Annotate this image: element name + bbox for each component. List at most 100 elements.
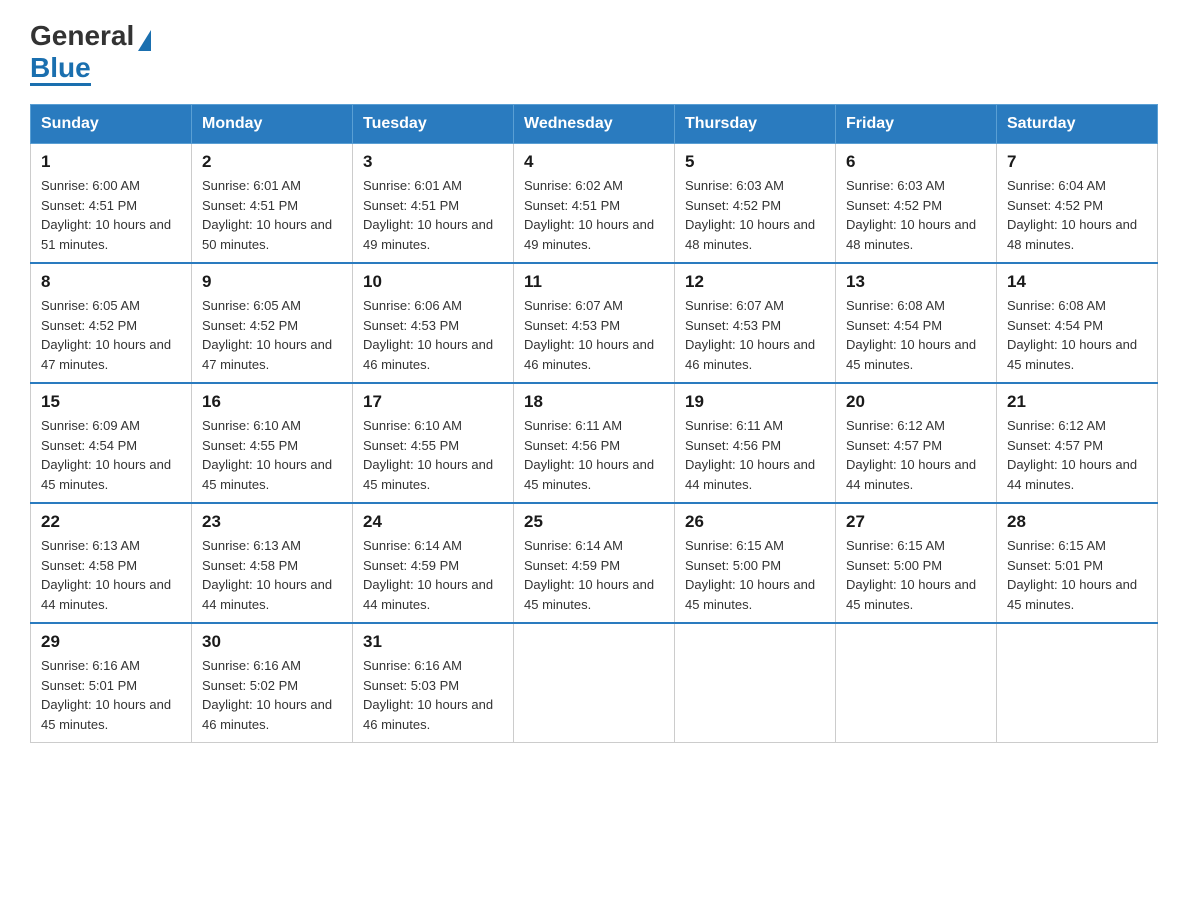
day-number: 16: [202, 392, 342, 412]
column-header-wednesday: Wednesday: [514, 105, 675, 144]
logo-arrow-icon: [138, 30, 151, 51]
calendar-cell: 2 Sunrise: 6:01 AMSunset: 4:51 PMDayligh…: [192, 144, 353, 264]
day-number: 18: [524, 392, 664, 412]
day-info: Sunrise: 6:00 AMSunset: 4:51 PMDaylight:…: [41, 178, 171, 252]
calendar-cell: 6 Sunrise: 6:03 AMSunset: 4:52 PMDayligh…: [836, 144, 997, 264]
day-number: 20: [846, 392, 986, 412]
day-info: Sunrise: 6:13 AMSunset: 4:58 PMDaylight:…: [202, 538, 332, 612]
logo-blue-text: Blue: [30, 52, 91, 86]
day-number: 4: [524, 152, 664, 172]
calendar-cell: 20 Sunrise: 6:12 AMSunset: 4:57 PMDaylig…: [836, 383, 997, 503]
day-info: Sunrise: 6:10 AMSunset: 4:55 PMDaylight:…: [202, 418, 332, 492]
day-number: 29: [41, 632, 181, 652]
calendar-header-row: SundayMondayTuesdayWednesdayThursdayFrid…: [31, 105, 1158, 144]
day-info: Sunrise: 6:05 AMSunset: 4:52 PMDaylight:…: [202, 298, 332, 372]
day-info: Sunrise: 6:15 AMSunset: 5:00 PMDaylight:…: [685, 538, 815, 612]
calendar-cell: 17 Sunrise: 6:10 AMSunset: 4:55 PMDaylig…: [353, 383, 514, 503]
calendar-cell: 28 Sunrise: 6:15 AMSunset: 5:01 PMDaylig…: [997, 503, 1158, 623]
calendar-cell: 18 Sunrise: 6:11 AMSunset: 4:56 PMDaylig…: [514, 383, 675, 503]
day-number: 1: [41, 152, 181, 172]
day-number: 27: [846, 512, 986, 532]
calendar-cell: 12 Sunrise: 6:07 AMSunset: 4:53 PMDaylig…: [675, 263, 836, 383]
logo-general-text: General: [30, 20, 134, 52]
day-number: 22: [41, 512, 181, 532]
column-header-monday: Monday: [192, 105, 353, 144]
day-number: 24: [363, 512, 503, 532]
calendar-cell: 3 Sunrise: 6:01 AMSunset: 4:51 PMDayligh…: [353, 144, 514, 264]
calendar-week-2: 8 Sunrise: 6:05 AMSunset: 4:52 PMDayligh…: [31, 263, 1158, 383]
calendar-week-3: 15 Sunrise: 6:09 AMSunset: 4:54 PMDaylig…: [31, 383, 1158, 503]
day-info: Sunrise: 6:11 AMSunset: 4:56 PMDaylight:…: [685, 418, 815, 492]
day-info: Sunrise: 6:16 AMSunset: 5:02 PMDaylight:…: [202, 658, 332, 732]
column-header-tuesday: Tuesday: [353, 105, 514, 144]
calendar-cell: 11 Sunrise: 6:07 AMSunset: 4:53 PMDaylig…: [514, 263, 675, 383]
calendar-week-4: 22 Sunrise: 6:13 AMSunset: 4:58 PMDaylig…: [31, 503, 1158, 623]
calendar-cell: 14 Sunrise: 6:08 AMSunset: 4:54 PMDaylig…: [997, 263, 1158, 383]
day-info: Sunrise: 6:14 AMSunset: 4:59 PMDaylight:…: [363, 538, 493, 612]
day-info: Sunrise: 6:10 AMSunset: 4:55 PMDaylight:…: [363, 418, 493, 492]
day-number: 7: [1007, 152, 1147, 172]
day-info: Sunrise: 6:01 AMSunset: 4:51 PMDaylight:…: [202, 178, 332, 252]
day-number: 14: [1007, 272, 1147, 292]
day-info: Sunrise: 6:08 AMSunset: 4:54 PMDaylight:…: [1007, 298, 1137, 372]
calendar-week-5: 29 Sunrise: 6:16 AMSunset: 5:01 PMDaylig…: [31, 623, 1158, 743]
column-header-sunday: Sunday: [31, 105, 192, 144]
day-info: Sunrise: 6:04 AMSunset: 4:52 PMDaylight:…: [1007, 178, 1137, 252]
calendar-week-1: 1 Sunrise: 6:00 AMSunset: 4:51 PMDayligh…: [31, 144, 1158, 264]
day-number: 11: [524, 272, 664, 292]
day-number: 28: [1007, 512, 1147, 532]
day-number: 15: [41, 392, 181, 412]
day-number: 19: [685, 392, 825, 412]
calendar-cell: [836, 623, 997, 743]
calendar-cell: [514, 623, 675, 743]
day-number: 25: [524, 512, 664, 532]
calendar-cell: 26 Sunrise: 6:15 AMSunset: 5:00 PMDaylig…: [675, 503, 836, 623]
day-number: 8: [41, 272, 181, 292]
calendar-cell: 21 Sunrise: 6:12 AMSunset: 4:57 PMDaylig…: [997, 383, 1158, 503]
day-info: Sunrise: 6:09 AMSunset: 4:54 PMDaylight:…: [41, 418, 171, 492]
calendar-cell: 25 Sunrise: 6:14 AMSunset: 4:59 PMDaylig…: [514, 503, 675, 623]
calendar-cell: 5 Sunrise: 6:03 AMSunset: 4:52 PMDayligh…: [675, 144, 836, 264]
day-info: Sunrise: 6:15 AMSunset: 5:00 PMDaylight:…: [846, 538, 976, 612]
calendar-cell: 16 Sunrise: 6:10 AMSunset: 4:55 PMDaylig…: [192, 383, 353, 503]
calendar-cell: 8 Sunrise: 6:05 AMSunset: 4:52 PMDayligh…: [31, 263, 192, 383]
calendar-cell: 23 Sunrise: 6:13 AMSunset: 4:58 PMDaylig…: [192, 503, 353, 623]
page-header: General Blue: [30, 20, 1158, 84]
calendar-cell: 1 Sunrise: 6:00 AMSunset: 4:51 PMDayligh…: [31, 144, 192, 264]
calendar-cell: 24 Sunrise: 6:14 AMSunset: 4:59 PMDaylig…: [353, 503, 514, 623]
day-info: Sunrise: 6:12 AMSunset: 4:57 PMDaylight:…: [846, 418, 976, 492]
day-info: Sunrise: 6:16 AMSunset: 5:01 PMDaylight:…: [41, 658, 171, 732]
calendar-cell: [997, 623, 1158, 743]
calendar-cell: 4 Sunrise: 6:02 AMSunset: 4:51 PMDayligh…: [514, 144, 675, 264]
calendar-cell: 13 Sunrise: 6:08 AMSunset: 4:54 PMDaylig…: [836, 263, 997, 383]
day-info: Sunrise: 6:08 AMSunset: 4:54 PMDaylight:…: [846, 298, 976, 372]
logo: General Blue: [30, 20, 153, 84]
day-info: Sunrise: 6:07 AMSunset: 4:53 PMDaylight:…: [524, 298, 654, 372]
day-number: 30: [202, 632, 342, 652]
day-info: Sunrise: 6:06 AMSunset: 4:53 PMDaylight:…: [363, 298, 493, 372]
day-info: Sunrise: 6:16 AMSunset: 5:03 PMDaylight:…: [363, 658, 493, 732]
day-number: 26: [685, 512, 825, 532]
day-info: Sunrise: 6:11 AMSunset: 4:56 PMDaylight:…: [524, 418, 654, 492]
day-number: 10: [363, 272, 503, 292]
column-header-friday: Friday: [836, 105, 997, 144]
calendar-cell: 22 Sunrise: 6:13 AMSunset: 4:58 PMDaylig…: [31, 503, 192, 623]
calendar-table: SundayMondayTuesdayWednesdayThursdayFrid…: [30, 104, 1158, 743]
day-info: Sunrise: 6:01 AMSunset: 4:51 PMDaylight:…: [363, 178, 493, 252]
column-header-thursday: Thursday: [675, 105, 836, 144]
day-number: 21: [1007, 392, 1147, 412]
day-number: 2: [202, 152, 342, 172]
day-number: 31: [363, 632, 503, 652]
calendar-cell: 7 Sunrise: 6:04 AMSunset: 4:52 PMDayligh…: [997, 144, 1158, 264]
day-info: Sunrise: 6:03 AMSunset: 4:52 PMDaylight:…: [685, 178, 815, 252]
day-info: Sunrise: 6:02 AMSunset: 4:51 PMDaylight:…: [524, 178, 654, 252]
day-info: Sunrise: 6:13 AMSunset: 4:58 PMDaylight:…: [41, 538, 171, 612]
calendar-cell: 15 Sunrise: 6:09 AMSunset: 4:54 PMDaylig…: [31, 383, 192, 503]
calendar-cell: 31 Sunrise: 6:16 AMSunset: 5:03 PMDaylig…: [353, 623, 514, 743]
calendar-cell: 27 Sunrise: 6:15 AMSunset: 5:00 PMDaylig…: [836, 503, 997, 623]
calendar-cell: 29 Sunrise: 6:16 AMSunset: 5:01 PMDaylig…: [31, 623, 192, 743]
calendar-cell: 30 Sunrise: 6:16 AMSunset: 5:02 PMDaylig…: [192, 623, 353, 743]
day-info: Sunrise: 6:15 AMSunset: 5:01 PMDaylight:…: [1007, 538, 1137, 612]
day-number: 5: [685, 152, 825, 172]
calendar-cell: [675, 623, 836, 743]
